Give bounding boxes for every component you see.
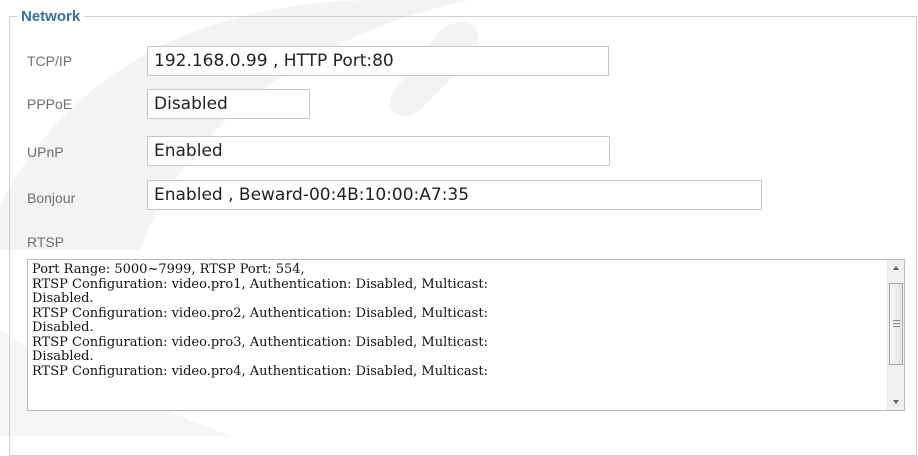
tcpip-field[interactable]: 192.168.0.99 , HTTP Port:80 [147, 46, 609, 76]
rtsp-line: RTSP Configuration: video.pro4, Authenti… [32, 364, 488, 379]
upnp-label: UPnP [27, 144, 64, 160]
rtsp-text: Port Range: 5000~7999, RTSP Port: 554, R… [32, 263, 882, 379]
rtsp-line: RTSP Configuration: video.pro1, Authenti… [32, 277, 488, 292]
pppoe-field[interactable]: Disabled [147, 89, 310, 119]
bonjour-label: Bonjour [27, 190, 76, 206]
rtsp-textarea[interactable]: Port Range: 5000~7999, RTSP Port: 554, R… [27, 259, 905, 411]
scroll-thumb[interactable] [889, 283, 903, 365]
bonjour-field[interactable]: Enabled , Beward-00:4B:10:00:A7:35 [147, 180, 762, 210]
rtsp-line: Port Range: 5000~7999, RTSP Port: 554, [32, 263, 305, 277]
rtsp-line: Disabled. [32, 292, 94, 306]
pppoe-label: PPPoE [27, 96, 73, 112]
rtsp-line: RTSP Configuration: video.pro3, Authenti… [32, 335, 488, 350]
network-legend: Network [17, 8, 85, 26]
rtsp-line: RTSP Configuration: video.pro2, Authenti… [32, 306, 488, 321]
rtsp-line: Disabled. [32, 350, 94, 364]
scroll-up-arrow-icon[interactable] [888, 260, 904, 277]
scroll-down-arrow-icon[interactable] [888, 393, 904, 410]
rtsp-scrollbar[interactable] [887, 260, 904, 410]
upnp-field[interactable]: Enabled [147, 136, 610, 166]
rtsp-line: Disabled. [32, 321, 94, 335]
tcpip-label: TCP/IP [27, 53, 73, 69]
rtsp-label: RTSP [27, 234, 65, 250]
